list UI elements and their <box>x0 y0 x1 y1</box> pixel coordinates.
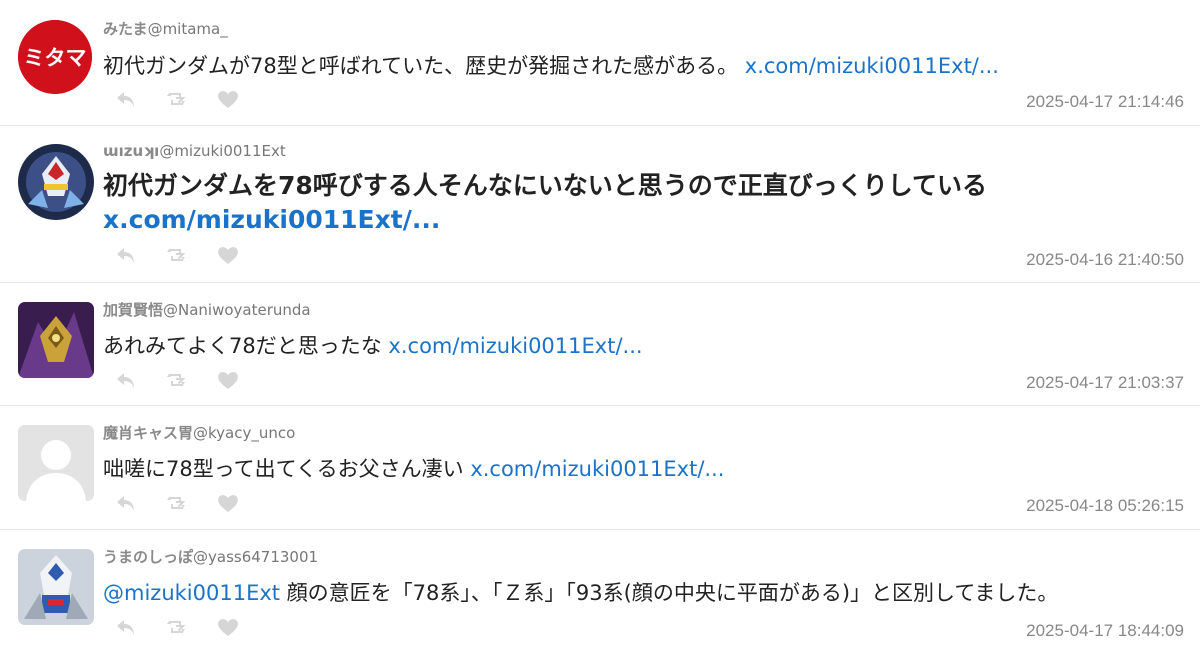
user-line: 加賀賢悟@Naniwoyaterunda <box>103 299 311 320</box>
tweet-text-content: 初代ガンダムを78呼びする人そんなにいないと思うので正直びっくりしている <box>103 171 988 200</box>
user-handle[interactable]: @mizuki0011Ext <box>159 142 285 160</box>
reply-icon[interactable] <box>114 616 138 638</box>
user-line: うまのしっぽ@yass64713001 <box>103 546 318 567</box>
avatar[interactable] <box>18 425 94 501</box>
mention-link[interactable]: @mizuki0011Ext <box>103 581 280 605</box>
tweet-link[interactable]: x.com/mizuki0011Ext/... <box>470 457 724 481</box>
avatar[interactable] <box>18 144 94 220</box>
user-handle[interactable]: @mitama_ <box>148 20 228 38</box>
tweet-link[interactable]: x.com/mizuki0011Ext/... <box>745 54 999 78</box>
heart-icon[interactable] <box>216 616 240 638</box>
tweet-item: ミタマ みたま@mitama_ 初代ガンダムが78型と呼ばれていた、歴史が発掘さ… <box>0 0 1200 126</box>
retweet-icon[interactable] <box>164 88 188 110</box>
retweet-icon[interactable] <box>164 616 188 638</box>
heart-icon[interactable] <box>216 369 240 391</box>
retweet-icon[interactable] <box>164 244 188 266</box>
user-name[interactable]: 魔肖キャス胃 <box>103 424 193 442</box>
tweet-text: あれみてよく78だと思ったな x.com/mizuki0011Ext/... <box>103 331 1180 361</box>
heart-icon[interactable] <box>216 88 240 110</box>
reply-icon[interactable] <box>114 88 138 110</box>
reply-icon[interactable] <box>114 369 138 391</box>
timestamp[interactable]: 2025-04-18 05:26:15 <box>1026 496 1184 516</box>
tweet-text-content: 初代ガンダムが78型と呼ばれていた、歴史が発掘された感がある。 <box>103 54 739 78</box>
retweet-icon[interactable] <box>164 492 188 514</box>
user-handle[interactable]: @yass64713001 <box>193 548 318 566</box>
heart-icon[interactable] <box>216 492 240 514</box>
user-line: ɯızuʞı@mizuki0011Ext <box>103 142 286 160</box>
reply-icon[interactable] <box>114 492 138 514</box>
user-handle[interactable]: @Naniwoyaterunda <box>163 301 311 319</box>
timestamp[interactable]: 2025-04-17 18:44:09 <box>1026 621 1184 641</box>
avatar[interactable]: ミタマ <box>18 20 92 94</box>
user-handle[interactable]: @kyacy_unco <box>193 424 295 442</box>
tweet-text: 咄嗟に78型って出てくるお父さん凄い x.com/mizuki0011Ext/.… <box>103 454 1180 484</box>
reply-icon[interactable] <box>114 244 138 266</box>
tweet-item: 加賀賢悟@Naniwoyaterunda あれみてよく78だと思ったな x.co… <box>0 283 1200 406</box>
avatar[interactable] <box>18 549 94 625</box>
avatar-logo-text: ミタマ <box>24 46 87 70</box>
user-line: みたま@mitama_ <box>103 18 228 39</box>
tweet-text-content: 顔の意匠を「78系」、「Ｚ系」「93系(顔の中央に平面がある)」と区別してました… <box>286 581 1059 605</box>
tweet-link[interactable]: x.com/mizuki0011Ext/... <box>103 205 440 234</box>
retweet-icon[interactable] <box>164 369 188 391</box>
user-name[interactable]: 加賀賢悟 <box>103 301 163 319</box>
tweet-text-content: 咄嗟に78型って出てくるお父さん凄い <box>103 457 464 481</box>
tweet-text-content: あれみてよく78だと思ったな <box>103 334 382 358</box>
tweet-text: 初代ガンダムが78型と呼ばれていた、歴史が発掘された感がある。 x.com/mi… <box>103 51 1180 81</box>
user-name[interactable]: みたま <box>103 20 148 38</box>
timestamp[interactable]: 2025-04-17 21:14:46 <box>1026 92 1184 112</box>
tweet-feed: ミタマ みたま@mitama_ 初代ガンダムが78型と呼ばれていた、歴史が発掘さ… <box>0 0 1200 663</box>
tweet-item: 魔肖キャス胃@kyacy_unco 咄嗟に78型って出てくるお父さん凄い x.c… <box>0 406 1200 530</box>
user-line: 魔肖キャス胃@kyacy_unco <box>103 422 295 443</box>
tweet-link[interactable]: x.com/mizuki0011Ext/... <box>388 334 642 358</box>
tweet-item: うまのしっぽ@yass64713001 @mizuki0011Ext 顔の意匠を… <box>0 530 1200 663</box>
user-name[interactable]: ɯızuʞı <box>103 142 159 160</box>
tweet-item: ɯızuʞı@mizuki0011Ext 初代ガンダムを78呼びする人そんなにい… <box>0 126 1200 283</box>
user-name[interactable]: うまのしっぽ <box>103 548 193 566</box>
timestamp[interactable]: 2025-04-16 21:40:50 <box>1026 250 1184 270</box>
heart-icon[interactable] <box>216 244 240 266</box>
tweet-text: 初代ガンダムを78呼びする人そんなにいないと思うので正直びっくりしている x.c… <box>103 169 1180 237</box>
avatar[interactable] <box>18 302 94 378</box>
tweet-text: @mizuki0011Ext 顔の意匠を「78系」、「Ｚ系」「93系(顔の中央に… <box>103 578 1180 608</box>
timestamp[interactable]: 2025-04-17 21:03:37 <box>1026 373 1184 393</box>
